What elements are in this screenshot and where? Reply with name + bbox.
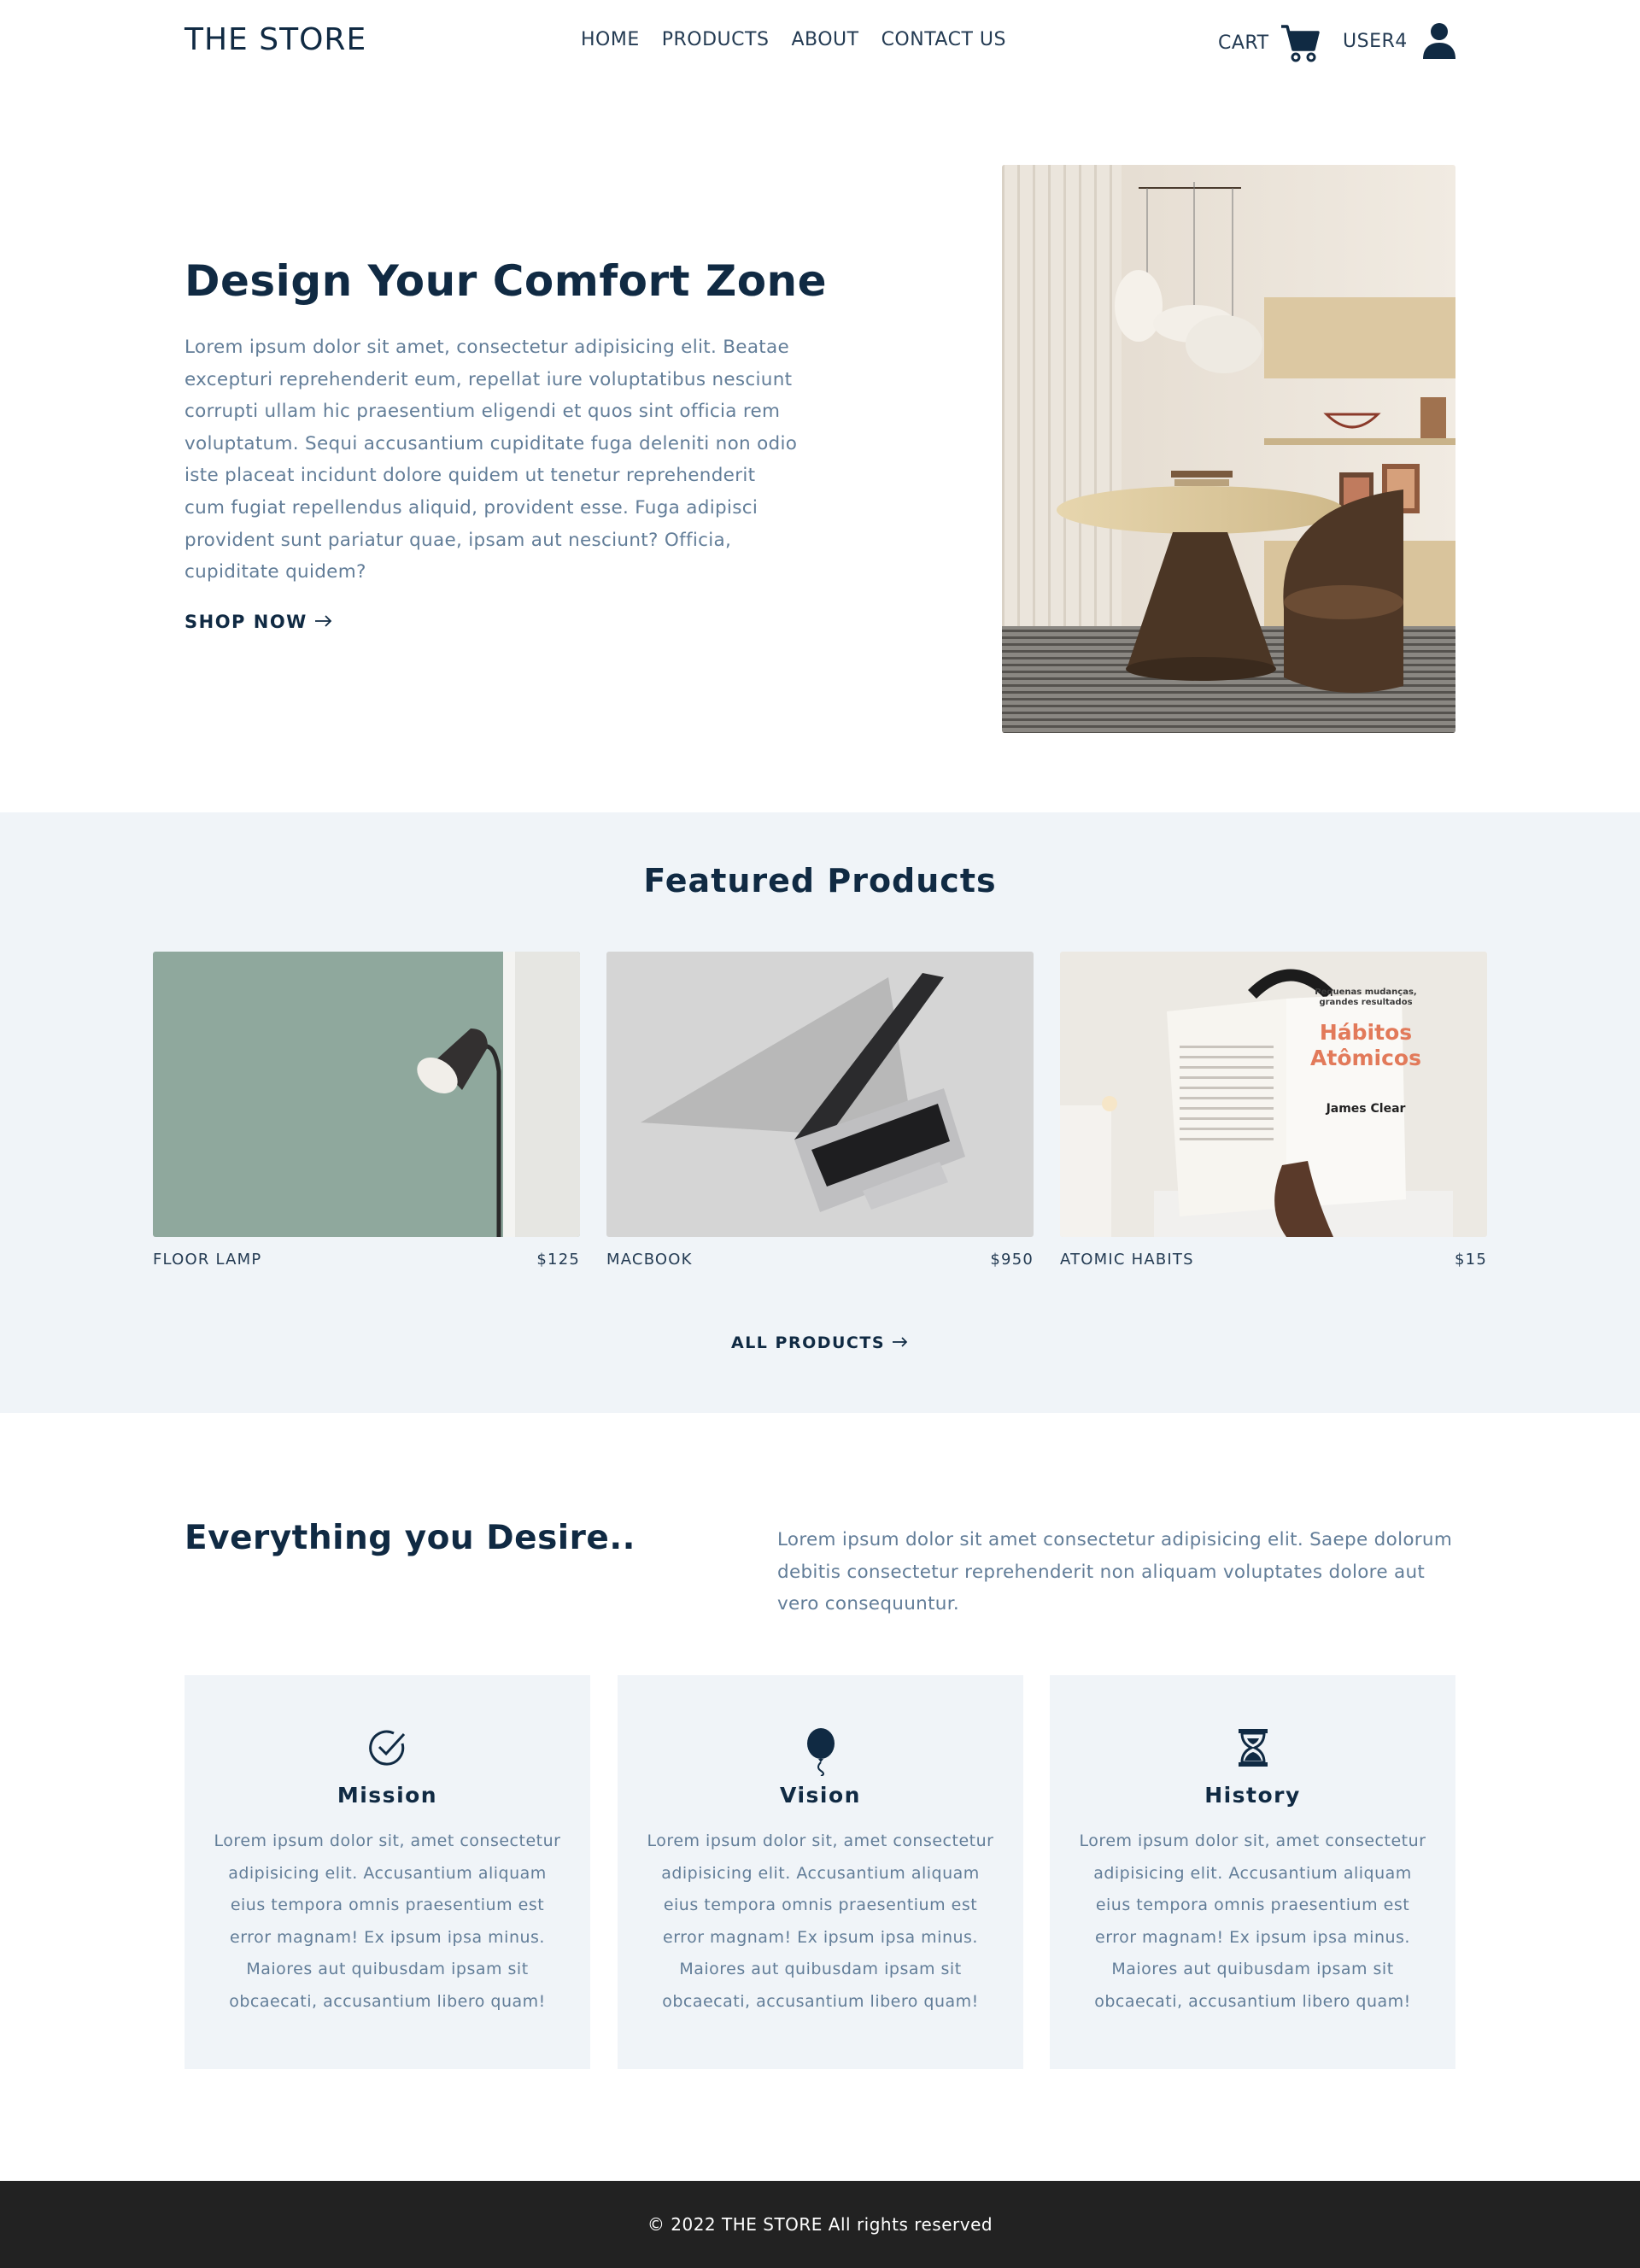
arrow-right-icon [314,612,333,632]
footer-copyright: © 2022 THE STORE All rights reserved [647,2214,993,2235]
cart-button[interactable]: CART [1218,22,1321,63]
card-text: Lorem ipsum dolor sit, amet consectetur … [1079,1831,1426,2011]
nav-link-contact[interactable]: CONTACT US [882,29,1006,50]
hero-description: Lorem ipsum dolor sit amet, consectetur … [184,337,798,583]
product-price: $15 [1455,1251,1487,1269]
footer: © 2022 THE STORE All rights reserved [0,2181,1640,2268]
card-text: Lorem ipsum dolor sit, amet consectetur … [214,1831,561,2011]
arrow-right-icon [892,1333,909,1352]
user-menu[interactable]: USER4 [1343,22,1457,60]
nav-links: HOME PRODUCTS ABOUT CONTACT US [581,29,1006,50]
product-image[interactable] [153,952,580,1237]
product-price: $950 [990,1251,1034,1269]
product-info: ATOMIC HABITS $15 [1060,1251,1487,1269]
user-icon [1421,22,1457,60]
shop-now-label: SHOP NOW [184,612,308,632]
book-cover: Pequenas mudanças, grandes resultados Há… [1306,987,1426,1116]
product-info: FLOOR LAMP $125 [153,1251,580,1269]
product-card-atomic-habits[interactable]: Pequenas mudanças, grandes resultados Há… [1060,952,1487,1269]
book-title: Hábitos Atômicos [1310,1020,1421,1070]
user-label: USER4 [1343,30,1408,52]
product-name: FLOOR LAMP [153,1251,262,1269]
balloon-icon [618,1728,1023,1776]
featured-products-section: Featured Products FLOOR LAMP $125 MACBOO… [0,812,1640,1413]
book-subtitle: Pequenas mudanças, grandes resultados [1315,987,1417,1007]
hero-image [1002,165,1456,733]
card-title: Mission [337,1783,438,1808]
card-text: Lorem ipsum dolor sit, amet consectetur … [647,1831,994,2011]
card-title: History [1204,1783,1301,1808]
all-products-label: ALL PRODUCTS [730,1333,886,1352]
cart-icon [1280,22,1321,63]
nav-link-products[interactable]: PRODUCTS [662,29,770,50]
nav-link-about[interactable]: ABOUT [791,29,858,50]
product-card-floor-lamp[interactable]: FLOOR LAMP $125 [153,952,580,1269]
product-info: MACBOOK $950 [606,1251,1034,1269]
product-image[interactable] [606,952,1034,1237]
featured-title: Featured Products [643,862,997,900]
mission-card: Mission Lorem ipsum dolor sit, amet cons… [184,1675,590,2069]
vision-card: Vision Lorem ipsum dolor sit, amet conse… [618,1675,1023,2069]
card-title: Vision [780,1783,861,1808]
navbar: THE STORE HOME PRODUCTS ABOUT CONTACT US… [0,0,1640,85]
about-title: Everything you Desire.. [184,1519,636,1557]
product-price: $125 [536,1251,580,1269]
hero-title: Design Your Comfort Zone [184,256,828,306]
brand-logo[interactable]: THE STORE [184,22,366,57]
check-circle-icon [184,1728,590,1767]
product-card-macbook[interactable]: MACBOOK $950 [606,952,1034,1269]
hourglass-icon [1050,1728,1456,1767]
product-name: ATOMIC HABITS [1060,1251,1194,1269]
product-name: MACBOOK [606,1251,693,1269]
all-products-link[interactable]: ALL PRODUCTS [0,1333,1640,1352]
shop-now-button[interactable]: SHOP NOW [184,612,333,632]
cart-label: CART [1218,32,1269,54]
nav-link-home[interactable]: HOME [581,29,640,50]
book-author: James Clear [1326,1102,1406,1116]
history-card: History Lorem ipsum dolor sit, amet cons… [1050,1675,1456,2069]
about-description: Lorem ipsum dolor sit amet consectetur a… [777,1529,1453,1615]
